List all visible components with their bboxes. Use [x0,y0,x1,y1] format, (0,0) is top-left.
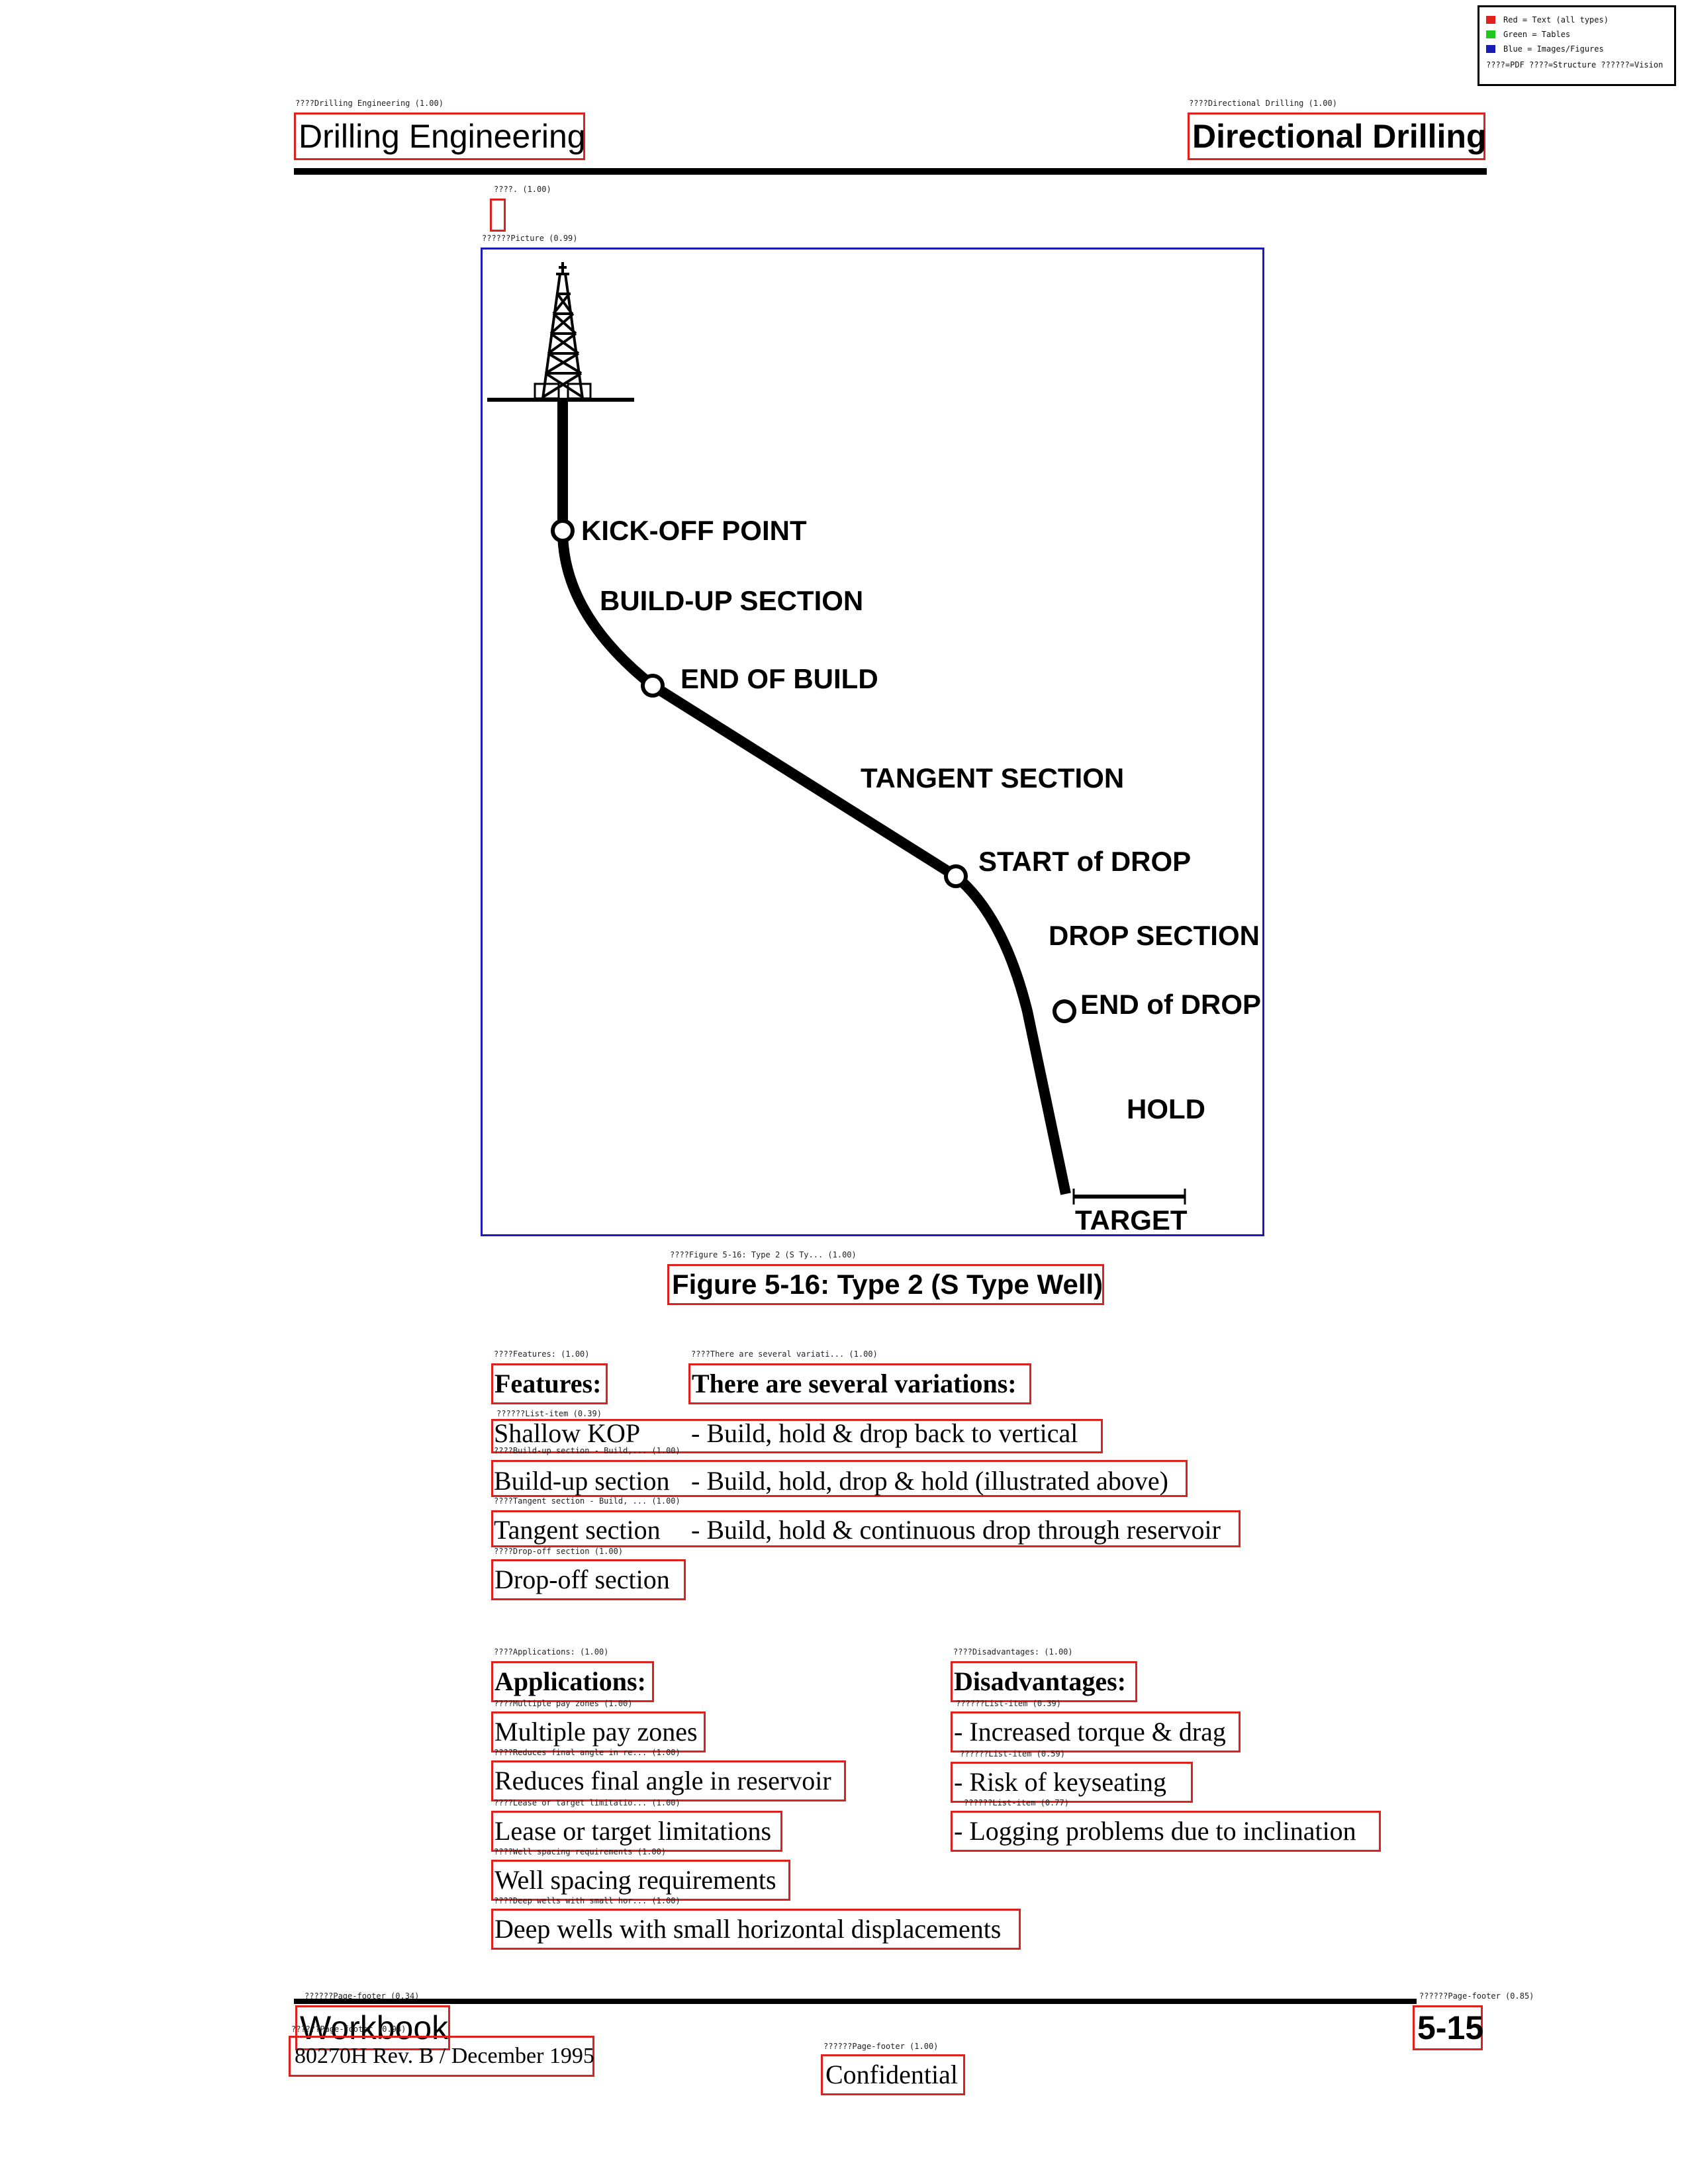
legend-note-text: ????=PDF ????=Structure ??????=Vision [1486,60,1664,69]
label-end-of-build: END OF BUILD [680,663,878,694]
header-left-title: Drilling Engineering [294,113,586,160]
application-item-tag: ????Deep wells with small hor... (1.00) [494,1896,680,1905]
header-rule [294,168,1487,175]
disadvantage-item: - Logging problems due to inclination [951,1811,1381,1852]
application-item: Multiple pay zones [491,1711,706,1752]
features-heading: Features: [491,1363,608,1404]
kickoff-point-marker [551,519,575,543]
application-item-tag: ????Reduces final angle in re... (1.00) [494,1748,680,1757]
application-item: Well spacing requirements [491,1860,790,1901]
footer-document-reference: 80270H Rev. B / December 1995 [289,2036,594,2077]
label-tangent-section: TANGENT SECTION [861,762,1124,794]
label-drop-section: DROP SECTION [1049,920,1260,951]
application-item-tag: ????Lease or target limitatio... (1.00) [494,1798,680,1807]
small-mark-box [490,199,506,232]
feature-variation-text: - Build, hold & drop back to vertical [691,1418,1078,1448]
footer-left-tag-2: ??????Page-footer (0.94) [291,2025,406,2034]
feature-variation-text: - Build, hold & continuous drop through … [691,1515,1221,1545]
footer-confidential: Confidential [821,2054,965,2095]
footer-right-tag: ??????Page-footer (0.85) [1419,1991,1534,2001]
disadvantages-tag: ????Disadvantages: (1.00) [953,1647,1073,1657]
legend-swatch-green [1486,30,1495,38]
legend-swatch-red [1486,16,1495,24]
label-target: TARGET [1075,1205,1188,1236]
header-left-tag: ????Drilling Engineering (1.00) [295,99,444,108]
small-mark-tag: ????. (1.00) [494,185,551,194]
figure-tag: ??????Picture (0.99) [482,234,578,243]
application-item: Deep wells with small horizontal displac… [491,1909,1021,1950]
figure-caption-tag: ????Figure 5-16: Type 2 (S Ty... (1.00) [670,1250,857,1259]
application-item-tag: ????Multiple pay zones (1.00) [494,1699,633,1708]
annotation-legend: Red = Text (all types) Green = Tables Bl… [1477,5,1676,86]
label-hold: HOLD [1127,1093,1205,1124]
features-tag: ????Features: (1.00) [494,1349,590,1359]
feature-label: Tangent section [494,1515,661,1545]
start-of-drop-marker [944,864,968,888]
feature-row-tag: ????Build-up section - Build,... (1.00) [494,1446,680,1455]
disadvantage-item-tag: ??????List-item (0.59) [960,1749,1065,1758]
disadvantage-item-tag: ??????List-item (0.39) [956,1699,1061,1708]
legend-item-text: Red = Text (all types) [1486,15,1609,24]
feature-variation-text: - Build, hold, drop & hold (illustrated … [691,1466,1168,1496]
footer-page-number: 5-15 [1413,2005,1483,2050]
feature-label: Build-up section [494,1466,670,1496]
footer-rule [294,1999,1417,2004]
feature-label: Drop-off section [491,1559,686,1600]
header-right-title: Directional Drilling [1188,113,1487,160]
legend-label: Red = Text (all types) [1503,15,1609,24]
feature-row-tag: ????Drop-off section (1.00) [494,1547,624,1556]
variations-tag: ????There are several variati... (1.00) [691,1349,878,1359]
footer-left-tag: ??????Page-footer (0.34) [305,1991,420,2001]
application-item-tag: ????Well spacing requirements (1.00) [494,1847,667,1856]
end-of-build-marker [641,674,665,698]
legend-swatch-blue [1486,45,1495,53]
application-item: Lease or target limitations [491,1811,782,1852]
legend-label: Green = Tables [1503,30,1571,39]
disadvantage-item: - Increased torque & drag [951,1711,1241,1752]
end-of-drop-marker [1053,999,1076,1023]
application-item: Reduces final angle in reservoir [491,1760,846,1801]
disadvantage-item: - Risk of keyseating [951,1762,1193,1803]
figure-caption: Figure 5-16: Type 2 (S Type Well) [667,1264,1104,1305]
label-build-up-section: BUILD-UP SECTION [600,585,863,616]
legend-label: Blue = Images/Figures [1503,44,1604,54]
disadvantages-heading: Disadvantages: [951,1661,1137,1702]
label-end-of-drop: END of DROP [1080,989,1261,1020]
feature-row-tag: ????Tangent section - Build, ... (1.00) [494,1496,680,1506]
legend-item-tables: Green = Tables [1486,30,1570,39]
label-kickoff-point: KICK-OFF POINT [581,515,807,546]
applications-heading: Applications: [491,1661,654,1702]
legend-item-images: Blue = Images/Figures [1486,44,1604,54]
header-right-tag: ????Directional Drilling (1.00) [1189,99,1337,108]
label-start-of-drop: START of DROP [978,846,1191,877]
disadvantage-item-tag: ??????List-item (0.77) [964,1798,1069,1807]
legend-note: ????=PDF ????=Structure ??????=Vision [1486,60,1663,69]
variations-heading: There are several variations: [688,1363,1031,1404]
applications-tag: ????Applications: (1.00) [494,1647,609,1657]
footer-center-tag: ??????Page-footer (1.00) [823,2042,939,2051]
s-type-well-diagram: KICK-OFF POINT BUILD-UP SECTION END OF B… [487,262,1261,1236]
drilling-rig-icon [534,262,592,400]
